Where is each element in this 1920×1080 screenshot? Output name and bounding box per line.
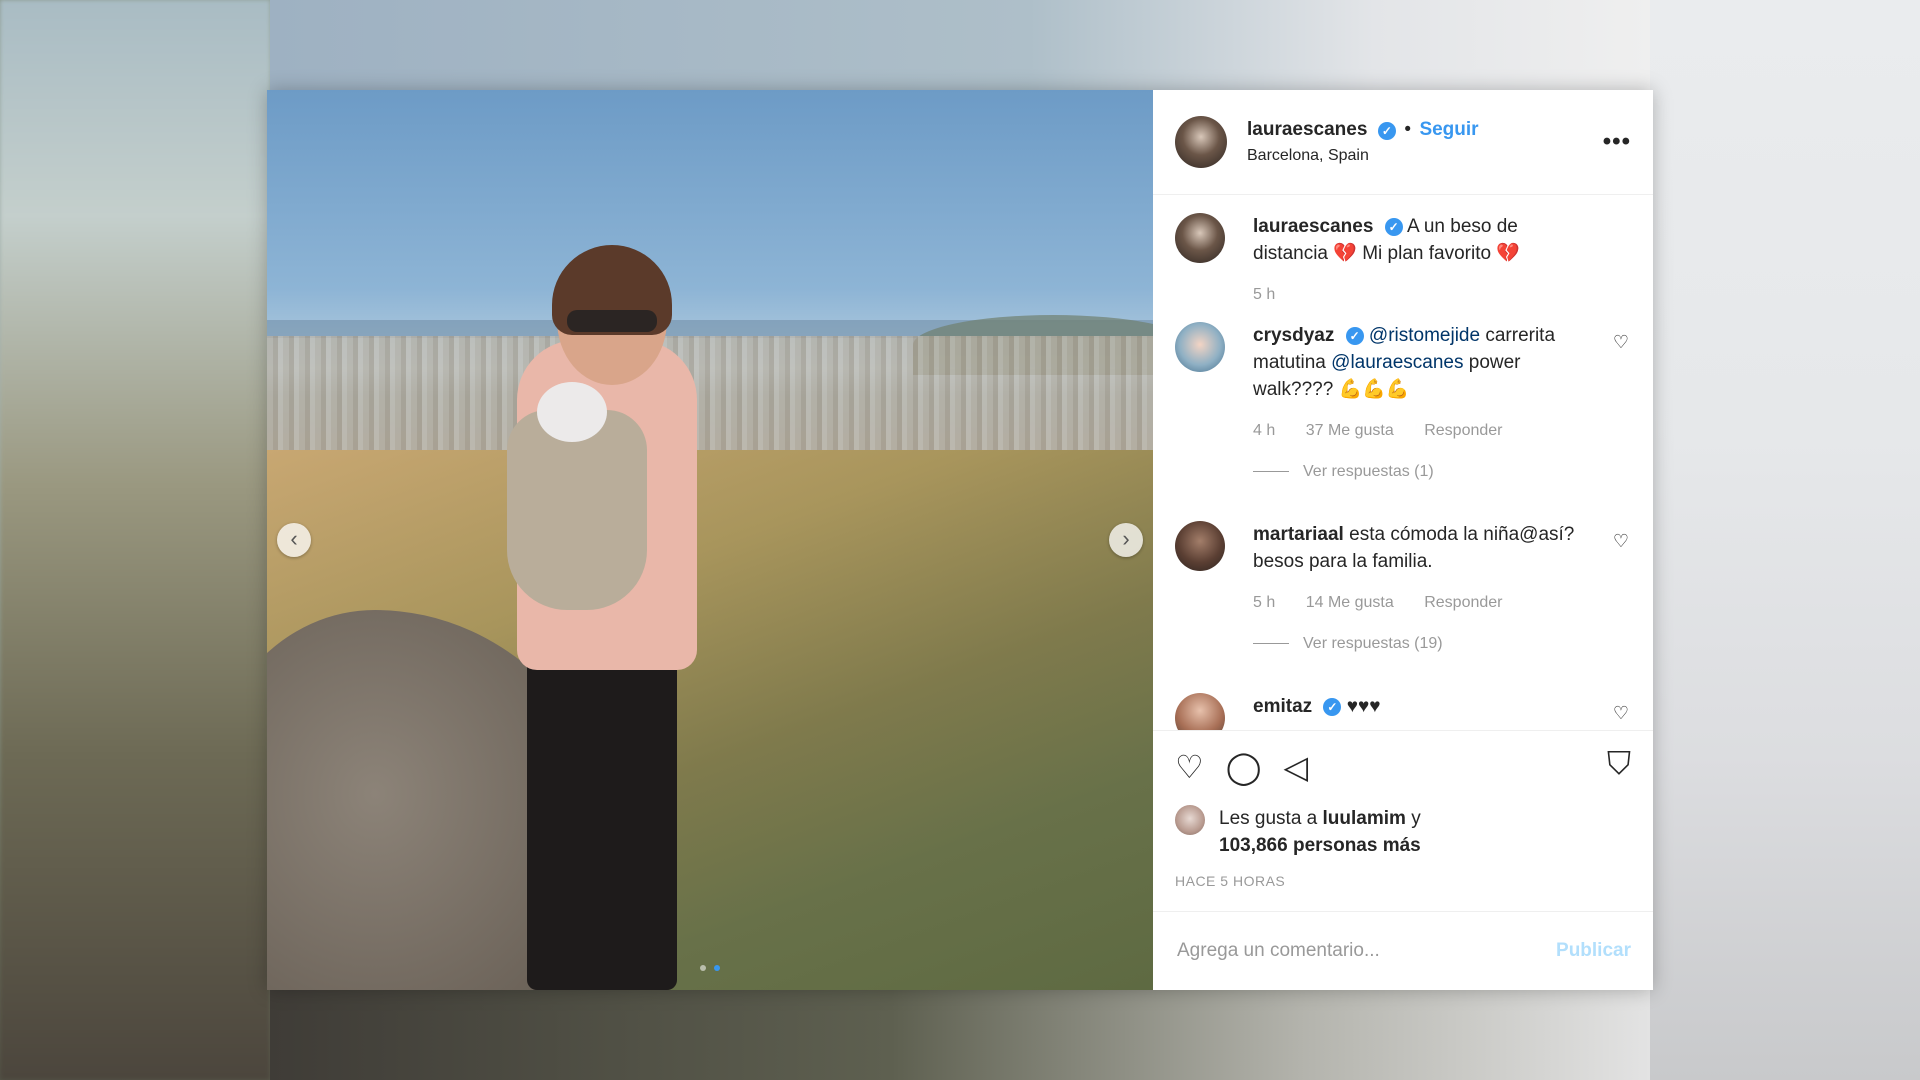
comment-meta: 5 h 14 Me gusta Responder xyxy=(1253,589,1585,616)
verified-badge-icon: ✓ xyxy=(1377,121,1396,140)
comment-text: ♥♥♥ xyxy=(1346,696,1381,717)
photo-person-pants xyxy=(527,650,677,990)
comment-like-heart-icon[interactable]: ♡ xyxy=(1613,332,1629,353)
add-comment-bar: Publicar xyxy=(1153,911,1653,990)
background-blur-bottom xyxy=(270,990,1650,1080)
caption-body: lauraescanes ✓ A un beso de distancia 💔 … xyxy=(1253,213,1631,308)
comment-username[interactable]: emitaz xyxy=(1253,696,1312,717)
post-actions: ♡ ◯ ◁ ⛉ Les gusta a luulamim y 103,866 p… xyxy=(1153,730,1653,911)
background-blur-right xyxy=(1650,0,1920,1080)
comment-item: emitaz ✓ ♥♥♥ ♡ xyxy=(1175,693,1631,730)
caption-meta: 5 h xyxy=(1253,281,1585,308)
likes-count[interactable]: 103,866 personas más xyxy=(1219,835,1421,856)
comment-username[interactable]: martariaal xyxy=(1253,524,1344,545)
comment-mention[interactable]: @ristomejide xyxy=(1369,325,1480,346)
publish-button[interactable]: Publicar xyxy=(1556,940,1631,962)
action-icons: ♡ ◯ ◁ xyxy=(1175,745,1631,789)
comment-avatar[interactable] xyxy=(1175,322,1225,372)
more-options-icon[interactable]: ••• xyxy=(1603,128,1631,156)
verified-badge-icon: ✓ xyxy=(1323,697,1342,716)
caption-time: 5 h xyxy=(1253,286,1276,303)
likes-prefix: Les gusta a xyxy=(1219,808,1318,829)
photo-city xyxy=(267,336,1153,466)
instagram-post: ‹ › lauraescanes ✓ • Seguir Barcelona, S… xyxy=(267,90,1653,990)
comment-bubble-icon[interactable]: ◯ xyxy=(1226,751,1262,783)
likes-summary: Les gusta a luulamim y 103,866 personas … xyxy=(1175,805,1631,859)
comment-avatar[interactable] xyxy=(1175,693,1225,730)
likes-connector: y xyxy=(1411,808,1421,829)
view-replies-line xyxy=(1253,471,1289,472)
comment-likes[interactable]: 14 Me gusta xyxy=(1306,594,1394,611)
caption-avatar[interactable] xyxy=(1175,213,1225,263)
carousel-dot-active xyxy=(714,965,721,971)
share-paper-plane-icon[interactable]: ◁ xyxy=(1284,751,1309,783)
verified-badge-icon: ✓ xyxy=(1384,217,1403,236)
liker-avatar[interactable] xyxy=(1175,805,1205,835)
comment-mention[interactable]: @lauraescanes xyxy=(1331,352,1463,373)
post-timestamp[interactable]: HACE 5 HORAS xyxy=(1175,873,1631,889)
comment-meta: 4 h 37 Me gusta Responder xyxy=(1253,417,1585,444)
background-blur-top xyxy=(270,0,1650,90)
verified-badge-icon: ✓ xyxy=(1345,326,1364,345)
post-sidebar: lauraescanes ✓ • Seguir Barcelona, Spain… xyxy=(1153,90,1653,990)
comment-likes[interactable]: 37 Me gusta xyxy=(1306,422,1394,439)
comment-body: emitaz ✓ ♥♥♥ xyxy=(1253,693,1631,730)
caption-username[interactable]: lauraescanes xyxy=(1253,216,1373,237)
like-heart-icon[interactable]: ♡ xyxy=(1175,751,1204,783)
comment-like-heart-icon[interactable]: ♡ xyxy=(1613,703,1629,724)
likes-text: Les gusta a luulamim y 103,866 personas … xyxy=(1219,805,1421,859)
post-photo[interactable]: ‹ › xyxy=(267,90,1153,990)
reply-button[interactable]: Responder xyxy=(1424,594,1502,611)
view-replies-button[interactable]: Ver respuestas (1) xyxy=(1253,458,1585,485)
next-photo-button[interactable]: › xyxy=(1109,523,1143,557)
liker-username[interactable]: luulamim xyxy=(1323,808,1406,829)
view-replies-line xyxy=(1253,643,1289,644)
comment-body: martariaal esta cómoda la niña@así? beso… xyxy=(1253,521,1631,657)
chevron-left-icon: ‹ xyxy=(290,526,298,551)
comment-like-heart-icon[interactable]: ♡ xyxy=(1613,531,1629,552)
comment-time: 4 h xyxy=(1253,422,1276,439)
author-username[interactable]: lauraescanes xyxy=(1247,119,1367,140)
comment-item: martariaal esta cómoda la niña@así? beso… xyxy=(1175,521,1631,657)
view-replies-label: Ver respuestas (19) xyxy=(1303,635,1443,652)
comment-input[interactable] xyxy=(1175,939,1557,963)
photo-sunglasses xyxy=(567,310,657,332)
comment-username[interactable]: crysdyaz xyxy=(1253,325,1334,346)
post-header: lauraescanes ✓ • Seguir Barcelona, Spain… xyxy=(1153,90,1653,195)
follow-separator: • xyxy=(1404,119,1411,140)
comment-time: 5 h xyxy=(1253,594,1276,611)
comment-body: crysdyaz ✓ @ristomejide carrerita matuti… xyxy=(1253,322,1631,485)
follow-button[interactable]: Seguir xyxy=(1419,119,1478,140)
author-avatar[interactable] xyxy=(1175,116,1227,168)
view-replies-button[interactable]: Ver respuestas (19) xyxy=(1253,630,1585,657)
comments-list[interactable]: lauraescanes ✓ A un beso de distancia 💔 … xyxy=(1153,195,1653,730)
background-blur-left xyxy=(0,0,270,1080)
comment-avatar[interactable] xyxy=(1175,521,1225,571)
author-info: lauraescanes ✓ • Seguir Barcelona, Spain xyxy=(1247,119,1479,165)
view-replies-label: Ver respuestas (1) xyxy=(1303,463,1434,480)
reply-button[interactable]: Responder xyxy=(1424,422,1502,439)
carousel-dot xyxy=(699,965,706,971)
photo-baby-head xyxy=(537,382,607,442)
caption: lauraescanes ✓ A un beso de distancia 💔 … xyxy=(1175,213,1631,308)
comment-item: crysdyaz ✓ @ristomejide carrerita matuti… xyxy=(1175,322,1631,485)
carousel-dots xyxy=(267,958,1153,976)
previous-photo-button[interactable]: ‹ xyxy=(277,523,311,557)
post-location[interactable]: Barcelona, Spain xyxy=(1247,147,1479,165)
chevron-right-icon: › xyxy=(1122,526,1130,551)
save-bookmark-icon[interactable]: ⛉ xyxy=(1607,745,1631,783)
